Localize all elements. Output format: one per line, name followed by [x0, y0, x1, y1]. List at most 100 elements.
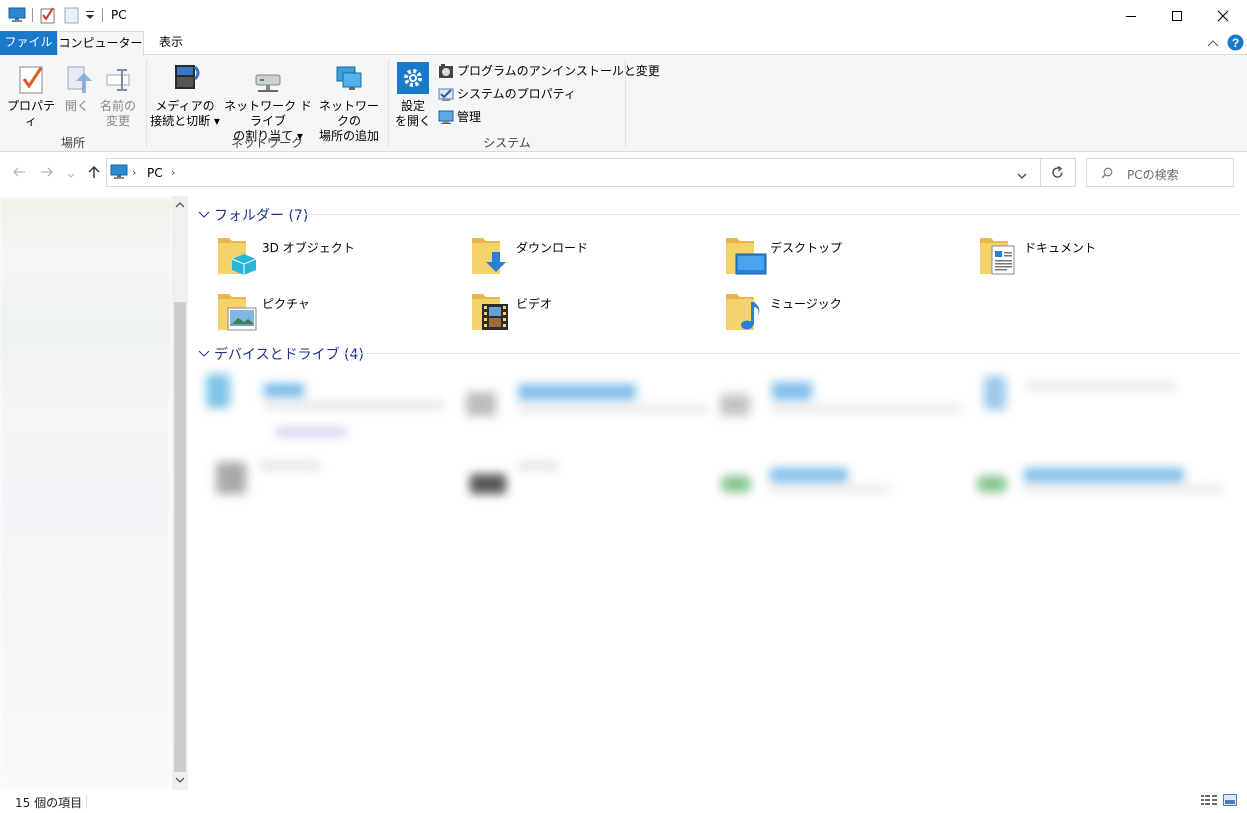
properties-quick-icon[interactable] [40, 6, 56, 27]
pictures-folder-icon [218, 294, 257, 331]
documents-folder-icon [980, 238, 1015, 275]
folder-desktop[interactable]: デスクトップ [724, 234, 954, 282]
drive-tile[interactable] [466, 392, 496, 416]
svg-text:?: ? [1232, 36, 1239, 50]
map-network-drive-button[interactable]: ネットワーク ドライブ の割り当て ▾ [222, 61, 314, 144]
drive-tile[interactable] [206, 374, 230, 408]
downloads-folder-icon [472, 238, 506, 274]
folder-label: ミュージック [770, 297, 842, 311]
navigation-bar: › PC › PCの検索 [0, 152, 1247, 194]
drive-tile[interactable] [978, 476, 1006, 492]
settings-label-2: を開く [394, 114, 431, 128]
folder-pictures[interactable]: ピクチャ [216, 290, 446, 338]
help-icon[interactable]: ? [1227, 34, 1244, 54]
folder-downloads[interactable]: ダウンロード [470, 234, 700, 282]
forward-arrow-icon[interactable] [40, 166, 54, 181]
title-bar: PC [0, 0, 1247, 31]
drive-tile[interactable] [720, 394, 750, 416]
minimize-icon [1126, 15, 1136, 17]
new-folder-quick-icon[interactable] [64, 6, 80, 27]
drives-blurred-area [196, 366, 1236, 516]
search-icon [1101, 167, 1113, 179]
open-settings-button[interactable]: 設定 を開く [394, 61, 432, 129]
folder-label: ドキュメント [1024, 241, 1097, 255]
search-box[interactable]: PCの検索 [1086, 158, 1234, 187]
drive-tile[interactable] [984, 376, 1006, 410]
navigation-pane[interactable] [0, 199, 172, 789]
open-icon [67, 66, 92, 93]
3d-objects-folder-icon [218, 238, 257, 275]
properties-icon [19, 66, 43, 94]
drive-tile[interactable] [470, 474, 506, 494]
collapse-chevron-icon [198, 211, 210, 218]
drives-group-header[interactable]: デバイスとドライブ (4) [198, 344, 364, 364]
uninstall-icon [439, 64, 453, 78]
folder-music[interactable]: ミュージック [724, 290, 954, 338]
folder-label: ピクチャ [262, 297, 310, 311]
map-drive-label-1: ネットワーク ドライブ [224, 99, 312, 128]
media-label-1: メディアの [155, 99, 215, 113]
music-folder-icon [726, 294, 760, 330]
media-icon [175, 65, 200, 89]
address-dropdown-icon[interactable] [1017, 169, 1027, 183]
ribbon-tabs: ファイル コンピューター 表示 ? [0, 31, 1247, 56]
properties-button[interactable]: プロパティ [5, 63, 57, 129]
folder-videos[interactable]: ビデオ [470, 290, 700, 338]
up-arrow-icon[interactable] [87, 165, 101, 182]
add-network-location-button[interactable]: ネットワークの 場所の追加 [316, 61, 382, 144]
refresh-icon[interactable] [1051, 165, 1064, 182]
drive-tile[interactable] [722, 476, 750, 492]
details-view-icon[interactable] [1201, 794, 1217, 809]
rename-button[interactable]: 名前の 変更 [98, 63, 138, 129]
minimize-button[interactable] [1108, 0, 1154, 31]
scroll-up-icon[interactable] [175, 201, 185, 208]
rename-label-2: 変更 [105, 114, 130, 128]
folder-label: 3D オブジェクト [262, 241, 355, 255]
folder-documents[interactable]: ドキュメント [978, 234, 1208, 282]
settings-gear-icon [397, 62, 429, 94]
properties-label: プロパティ [6, 99, 55, 128]
close-button[interactable] [1200, 0, 1246, 31]
media-connect-button[interactable]: メディアの 接続と切断 ▾ [150, 61, 220, 129]
scroll-down-icon[interactable] [175, 777, 185, 784]
status-bar: 15 個の項目 [0, 790, 1247, 813]
breadcrumb-next-icon[interactable]: › [171, 166, 175, 179]
recent-locations-chevron-icon[interactable] [67, 168, 75, 182]
folders-group-title: フォルダー (7) [214, 208, 309, 224]
folder-3d-objects[interactable]: 3D オブジェクト [216, 234, 446, 282]
add-location-label-1: ネットワークの [318, 99, 379, 128]
uninstall-programs-button[interactable]: プログラムのアンインストールと変更 [438, 61, 660, 81]
open-button[interactable]: 開く [60, 63, 94, 114]
search-placeholder: PCの検索 [1127, 168, 1179, 182]
dropdown-arrow-icon[interactable] [85, 9, 95, 24]
drive-tile[interactable] [216, 462, 246, 494]
network-location-icon [336, 66, 362, 90]
breadcrumb-pc[interactable]: PC [147, 166, 163, 180]
breadcrumb-separator-icon[interactable]: › [132, 166, 136, 179]
address-bar[interactable]: › PC › [106, 158, 1076, 187]
manage-button[interactable]: 管理 [438, 107, 481, 127]
folder-label: デスクトップ [770, 241, 843, 255]
tab-file[interactable]: ファイル [0, 31, 57, 55]
folders-group-header[interactable]: フォルダー (7) [198, 205, 308, 225]
folder-label: ビデオ [516, 297, 553, 311]
location-group-label: 場所 [60, 136, 85, 150]
maximize-button[interactable] [1154, 0, 1200, 31]
system-properties-button[interactable]: システムのプロパティ [438, 84, 576, 104]
media-label-2-wrap: 接続と切断 ▾ [150, 114, 220, 128]
system-properties-label: システムのプロパティ [457, 87, 576, 101]
tab-view[interactable]: 表示 [144, 31, 198, 55]
back-arrow-icon[interactable] [12, 166, 26, 181]
pc-icon[interactable] [8, 7, 26, 26]
collapse-ribbon-icon[interactable] [1207, 37, 1219, 51]
network-group-label: ネットワーク [230, 136, 303, 150]
manage-icon [438, 110, 454, 124]
network-drive-icon [255, 74, 281, 92]
nav-pane-scrollbar-thumb[interactable] [174, 302, 186, 772]
tab-computer[interactable]: コンピューター [57, 31, 144, 56]
open-label: 開く [64, 99, 89, 113]
system-group-label: システム [483, 136, 531, 150]
media-label-2: 接続と切断 [150, 114, 211, 128]
close-icon [1217, 10, 1229, 21]
large-icons-view-icon[interactable] [1223, 793, 1237, 810]
